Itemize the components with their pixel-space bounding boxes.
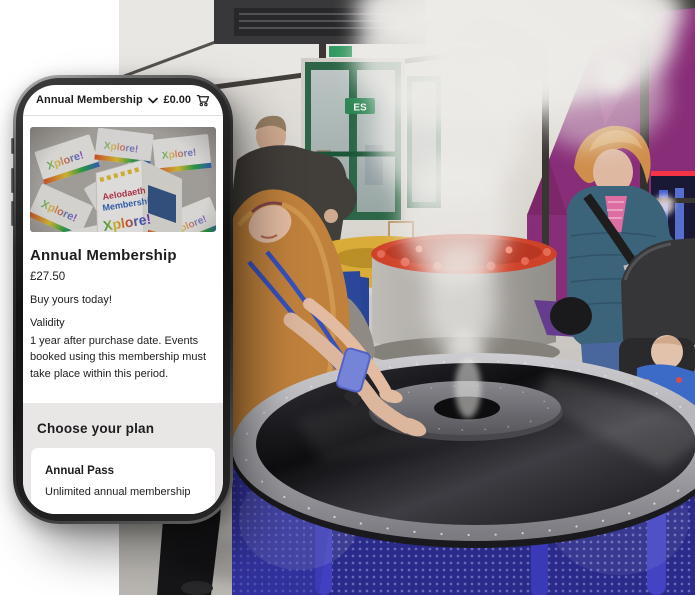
page: ES [0, 0, 695, 595]
phone-frame: Annual Membership £0.00 [16, 78, 230, 521]
plan-card-annual-pass[interactable]: Annual Pass Unlimited annual membership [31, 448, 215, 514]
product-price: £27.50 [30, 271, 216, 283]
phone-mockup: Annual Membership £0.00 [13, 75, 233, 524]
phone-screen: Annual Membership £0.00 [23, 85, 223, 514]
plan-description: Unlimited annual membership [45, 486, 201, 498]
volume-down-button [11, 201, 14, 226]
validity-label: Validity [30, 317, 216, 329]
plan-name: Annual Pass [45, 465, 201, 477]
product-title: Annual Membership [30, 247, 216, 264]
header-divider [23, 115, 223, 116]
membership-cards-image: Xplore! Xplore! Xplore! Xplore! Xplore! … [30, 127, 216, 232]
plan-section: Choose your plan Annual Pass Unlimited a… [23, 403, 223, 514]
product-image: Xplore! Xplore! Xplore! Xplore! Xplore! … [30, 127, 216, 232]
plan-section-heading: Choose your plan [37, 421, 209, 436]
app-header: Annual Membership £0.00 [23, 85, 223, 115]
selected-product-label: Annual Membership [36, 94, 143, 106]
cart-button[interactable]: £0.00 [163, 94, 210, 107]
volume-up-button [11, 168, 14, 193]
validity-text: 1 year after purchase date. Events booke… [30, 333, 212, 382]
product-tagline: Buy yours today! [30, 294, 216, 306]
cart-total: £0.00 [163, 94, 191, 106]
chevron-down-icon [148, 97, 158, 104]
product-selector-dropdown[interactable]: Annual Membership [36, 94, 158, 106]
cart-icon [196, 94, 210, 107]
mute-switch [11, 138, 14, 154]
